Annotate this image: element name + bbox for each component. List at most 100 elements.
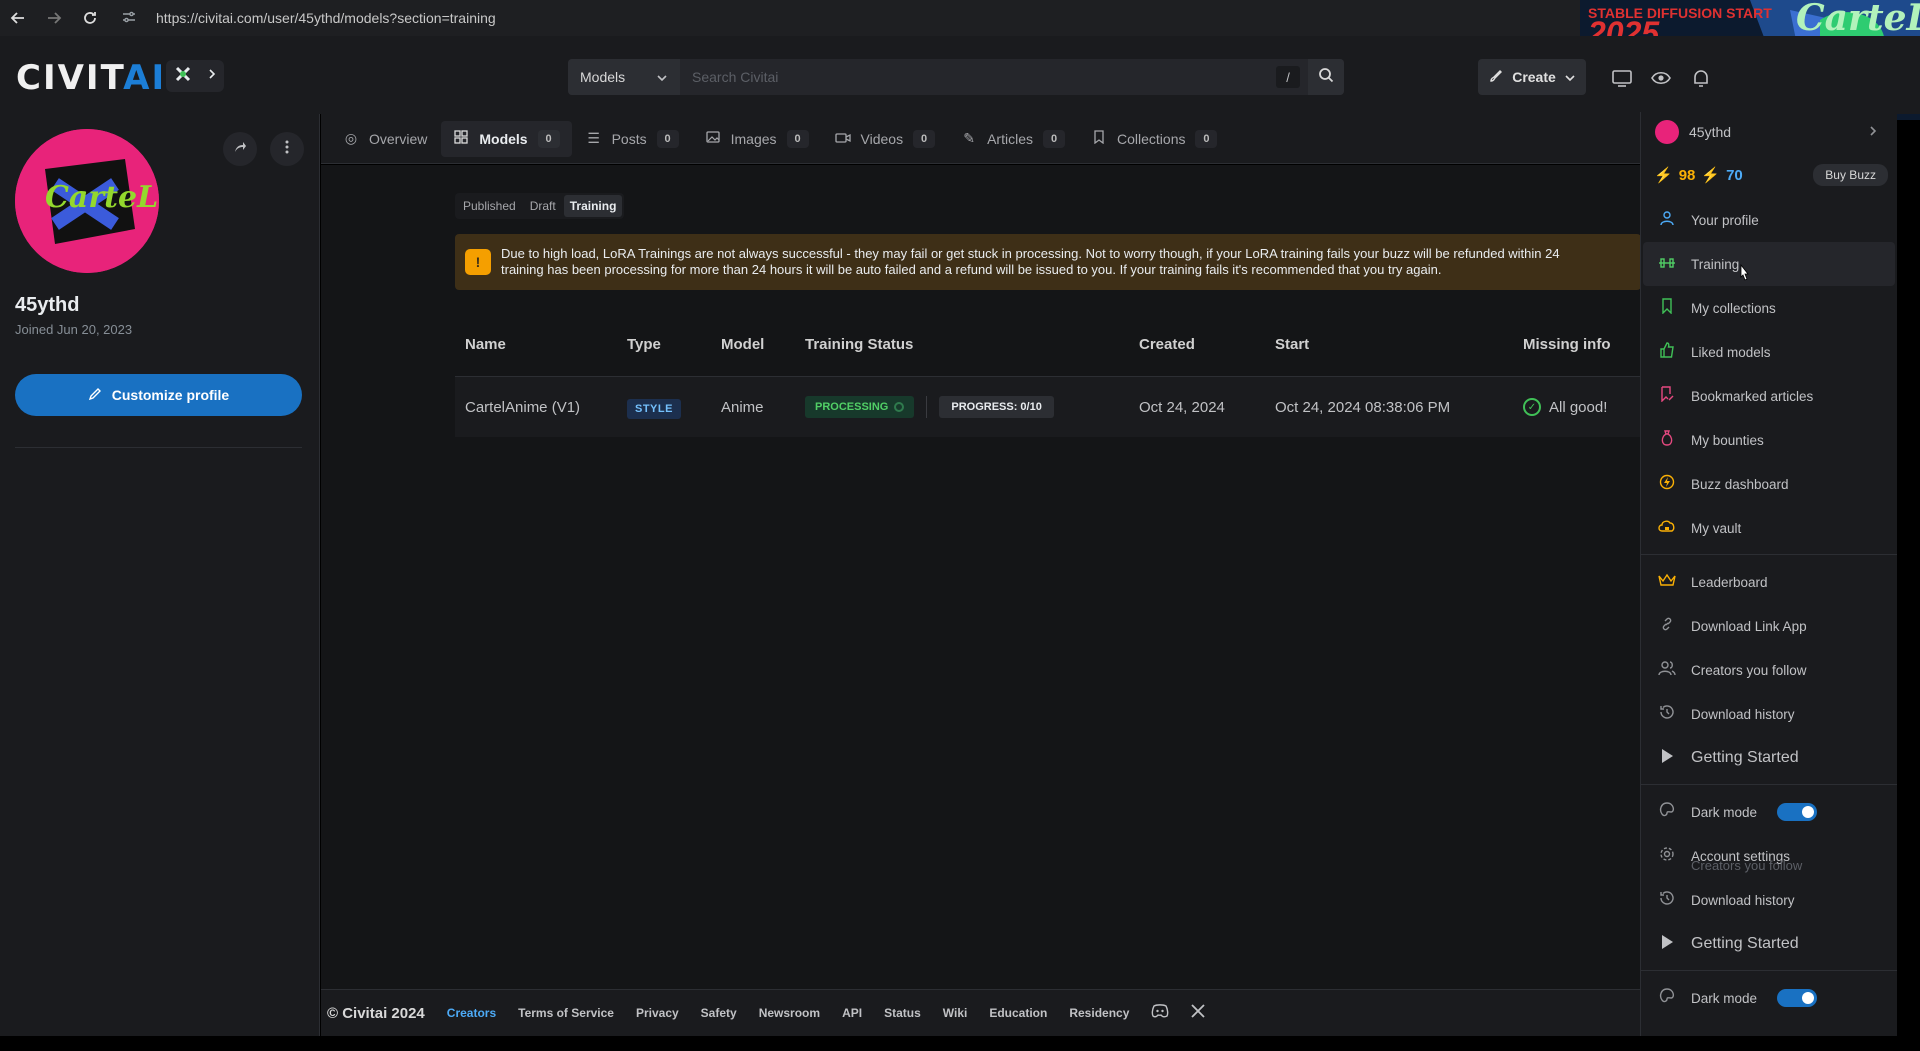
footer-link-terms[interactable]: Terms of Service (518, 1006, 614, 1020)
tab-articles[interactable]: ✎ Articles 0 (949, 121, 1077, 157)
column-header[interactable]: Start (1275, 336, 1523, 353)
civitai-logo[interactable]: CIVITAI (16, 58, 166, 98)
menu-item-download-history[interactable]: Download history (1641, 692, 1897, 736)
discord-icon[interactable] (1151, 1004, 1169, 1022)
tab-overview[interactable]: ◎ Overview (331, 121, 439, 157)
tab-posts[interactable]: ☰ Posts 0 (574, 121, 691, 157)
footer-link-wiki[interactable]: Wiki (943, 1006, 968, 1020)
x-twitter-icon[interactable] (1191, 1004, 1206, 1022)
menu-item-my-bounties[interactable]: My bounties (1641, 418, 1897, 462)
screen-share-icon[interactable] (1610, 66, 1634, 90)
column-header[interactable]: Created (1139, 336, 1275, 353)
forward-icon[interactable] (36, 0, 72, 36)
menu-item-liked-models[interactable]: Liked models (1641, 330, 1897, 374)
bell-icon[interactable] (1689, 66, 1713, 90)
divider (15, 447, 302, 448)
menu-user-header[interactable]: 45ythd (1641, 112, 1897, 152)
avatar-text: CarteL (45, 180, 158, 215)
url-text: https://civitai.com/user/45ythd/models?s… (156, 10, 496, 26)
menu-item-leaderboard[interactable]: Leaderboard (1641, 560, 1897, 604)
segment-training[interactable]: Training (563, 195, 623, 217)
menu-item-label: Dark mode (1691, 804, 1758, 820)
buy-buzz-button[interactable]: Buy Buzz (1813, 164, 1888, 186)
footer-link-creators[interactable]: Creators (447, 1006, 496, 1020)
search-input[interactable] (680, 59, 1276, 95)
alert-line-2: training has been processing for more th… (501, 262, 1442, 277)
bookmark-icon (1657, 298, 1677, 318)
brand-x-icon (173, 64, 193, 89)
search-category-select[interactable]: Models (568, 59, 680, 95)
footer-link-residency[interactable]: Residency (1069, 1006, 1129, 1020)
column-header[interactable]: Model (721, 336, 805, 353)
menu-item-buzz-dashboard[interactable]: Buzz dashboard (1641, 462, 1897, 506)
menu-item-getting-started[interactable]: Getting Started (1641, 922, 1897, 966)
menu-item-creators-you-follow[interactable]: Creators you follow (1641, 648, 1897, 692)
lightning-icon: ⚡ (1654, 167, 1673, 184)
footer-link-safety[interactable]: Safety (701, 1006, 737, 1020)
training-table: Name Type Model Training Status Created … (455, 313, 1641, 437)
eye-icon[interactable] (1649, 66, 1673, 90)
footer-link-newsroom[interactable]: Newsroom (759, 1006, 820, 1020)
create-button[interactable]: Create (1478, 59, 1586, 95)
history-icon (1657, 704, 1677, 724)
buzz-yellow-amount: 98 (1678, 166, 1696, 184)
profile-username: 45ythd (15, 294, 80, 316)
customize-profile-label: Customize profile (111, 387, 230, 403)
dark-mode-toggle[interactable] (1777, 803, 1817, 821)
divider (1641, 784, 1897, 785)
search-shortcut-key: / (1276, 66, 1300, 88)
column-header[interactable]: Missing info (1523, 336, 1641, 353)
banner-art-text: CarteL (1796, 0, 1920, 39)
menu-item-label: Download history (1691, 892, 1795, 908)
tab-models[interactable]: Models 0 (441, 120, 572, 157)
brand-switcher[interactable] (166, 60, 224, 92)
menu-item-download-history[interactable]: Download history (1641, 878, 1897, 922)
site-settings-icon[interactable] (122, 10, 144, 27)
search-bar: Models / (568, 59, 1344, 95)
search-button[interactable] (1308, 59, 1344, 95)
menu-item-account-settings[interactable]: Account settings Creators you follow (1641, 834, 1897, 878)
buzz-blue-amount: 70 (1726, 166, 1743, 184)
image-icon (705, 130, 721, 147)
share-button[interactable] (223, 132, 257, 166)
avatar (1655, 120, 1679, 144)
segment-published[interactable]: Published (457, 195, 522, 217)
more-options-button[interactable] (270, 132, 304, 166)
model-name[interactable]: CartelAnime (V1) (455, 399, 627, 416)
menu-item-dark-mode[interactable]: Dark mode (1641, 976, 1897, 1020)
footer-link-education[interactable]: Education (989, 1006, 1047, 1020)
logo-text-ai: AI (123, 58, 167, 98)
segment-draft[interactable]: Draft (524, 195, 562, 217)
dark-mode-toggle[interactable] (1777, 989, 1817, 1007)
table-row[interactable]: CartelAnime (V1) STYLE Anime PROCESSING … (455, 377, 1641, 437)
column-header[interactable]: Name (455, 336, 627, 353)
reload-icon[interactable] (72, 0, 108, 36)
tab-videos[interactable]: Videos 0 (823, 121, 948, 157)
menu-item-label: Liked models (1691, 344, 1771, 360)
bookmark-icon (1091, 130, 1107, 147)
footer-link-privacy[interactable]: Privacy (636, 1006, 679, 1020)
menu-item-getting-started[interactable]: Getting Started (1641, 736, 1897, 780)
footer-link-api[interactable]: API (842, 1006, 862, 1020)
menu-item-training[interactable]: Training (1643, 242, 1895, 286)
avatar[interactable]: CarteL (15, 129, 159, 273)
tab-collections[interactable]: Collections 0 (1079, 121, 1229, 157)
column-header[interactable]: Training Status (805, 336, 1139, 353)
tab-count-badge: 0 (1195, 129, 1218, 148)
buzz-balance: ⚡ 98 ⚡ 70 Buy Buzz (1641, 152, 1897, 198)
menu-item-dark-mode[interactable]: Dark mode (1641, 790, 1897, 834)
column-header[interactable]: Type (627, 336, 721, 353)
menu-item-my-vault[interactable]: My vault (1641, 506, 1897, 550)
footer-link-status[interactable]: Status (884, 1006, 921, 1020)
menu-item-your-profile[interactable]: Your profile (1641, 198, 1897, 242)
menu-item-my-collections[interactable]: My collections (1641, 286, 1897, 330)
customize-profile-button[interactable]: Customize profile (15, 374, 302, 416)
address-bar[interactable]: https://civitai.com/user/45ythd/models?s… (122, 4, 1622, 32)
menu-item-label: My bounties (1691, 432, 1764, 448)
tab-images[interactable]: Images 0 (693, 121, 821, 157)
back-icon[interactable] (0, 0, 36, 36)
menu-item-download-link-app[interactable]: Download Link App (1641, 604, 1897, 648)
footer-copyright: © Civitai 2024 (327, 1004, 425, 1022)
chevron-right-icon (207, 67, 217, 85)
menu-item-bookmarked-articles[interactable]: Bookmarked articles (1641, 374, 1897, 418)
